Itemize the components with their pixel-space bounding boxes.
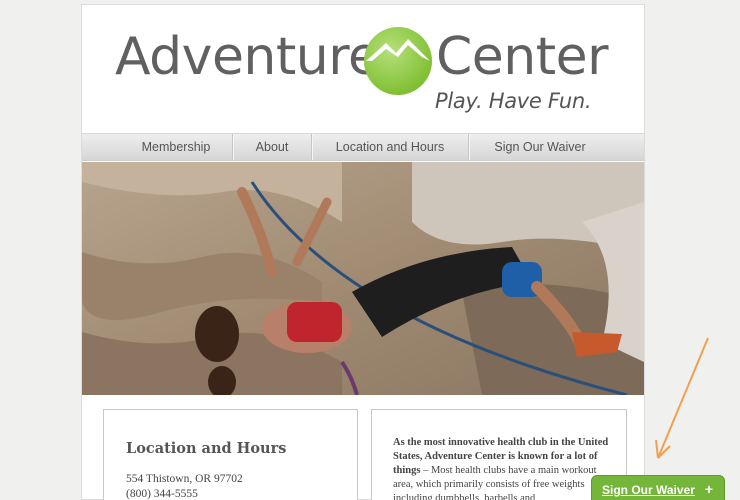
site-header: Adventure Center Play. Have Fun. <box>82 5 644 133</box>
about-text: As the most innovative health club in th… <box>393 436 609 500</box>
logo-text-right[interactable]: Center <box>436 27 609 87</box>
page-container: Adventure Center Play. Have Fun. Members… <box>81 4 645 500</box>
location-hours-title: Location and Hours <box>126 440 287 457</box>
nav-item-about[interactable]: About <box>234 134 310 160</box>
nav-item-membership[interactable]: Membership <box>122 134 230 160</box>
sign-waiver-floating-button[interactable]: Sign Our Waiver + <box>591 475 725 500</box>
nav-divider <box>311 134 312 160</box>
about-card: As the most innovative health club in th… <box>371 409 627 500</box>
nav-divider <box>468 134 469 160</box>
nav-item-location-hours[interactable]: Location and Hours <box>313 134 467 160</box>
phone-text[interactable]: (800) 344-5555 <box>126 488 198 500</box>
location-hours-card: Location and Hours 554 Thistown, OR 9770… <box>103 409 358 500</box>
mountain-logo-icon[interactable] <box>362 25 434 97</box>
sign-waiver-label: Sign Our Waiver <box>602 483 695 497</box>
nav-item-sign-waiver[interactable]: Sign Our Waiver <box>470 134 610 160</box>
plus-icon: + <box>704 481 713 497</box>
logo-text-left[interactable]: Adventure <box>115 27 380 87</box>
about-body: – Most health clubs have a main workout … <box>393 465 597 500</box>
hero-image <box>82 162 644 395</box>
main-nav: Membership About Location and Hours Sign… <box>82 133 644 161</box>
address-text: 554 Thistown, OR 97702 <box>126 473 243 485</box>
rock-climber-image <box>82 162 644 395</box>
tagline: Play. Have Fun. <box>435 89 592 113</box>
nav-divider <box>232 134 233 160</box>
annotation-arrow-icon <box>655 337 709 459</box>
